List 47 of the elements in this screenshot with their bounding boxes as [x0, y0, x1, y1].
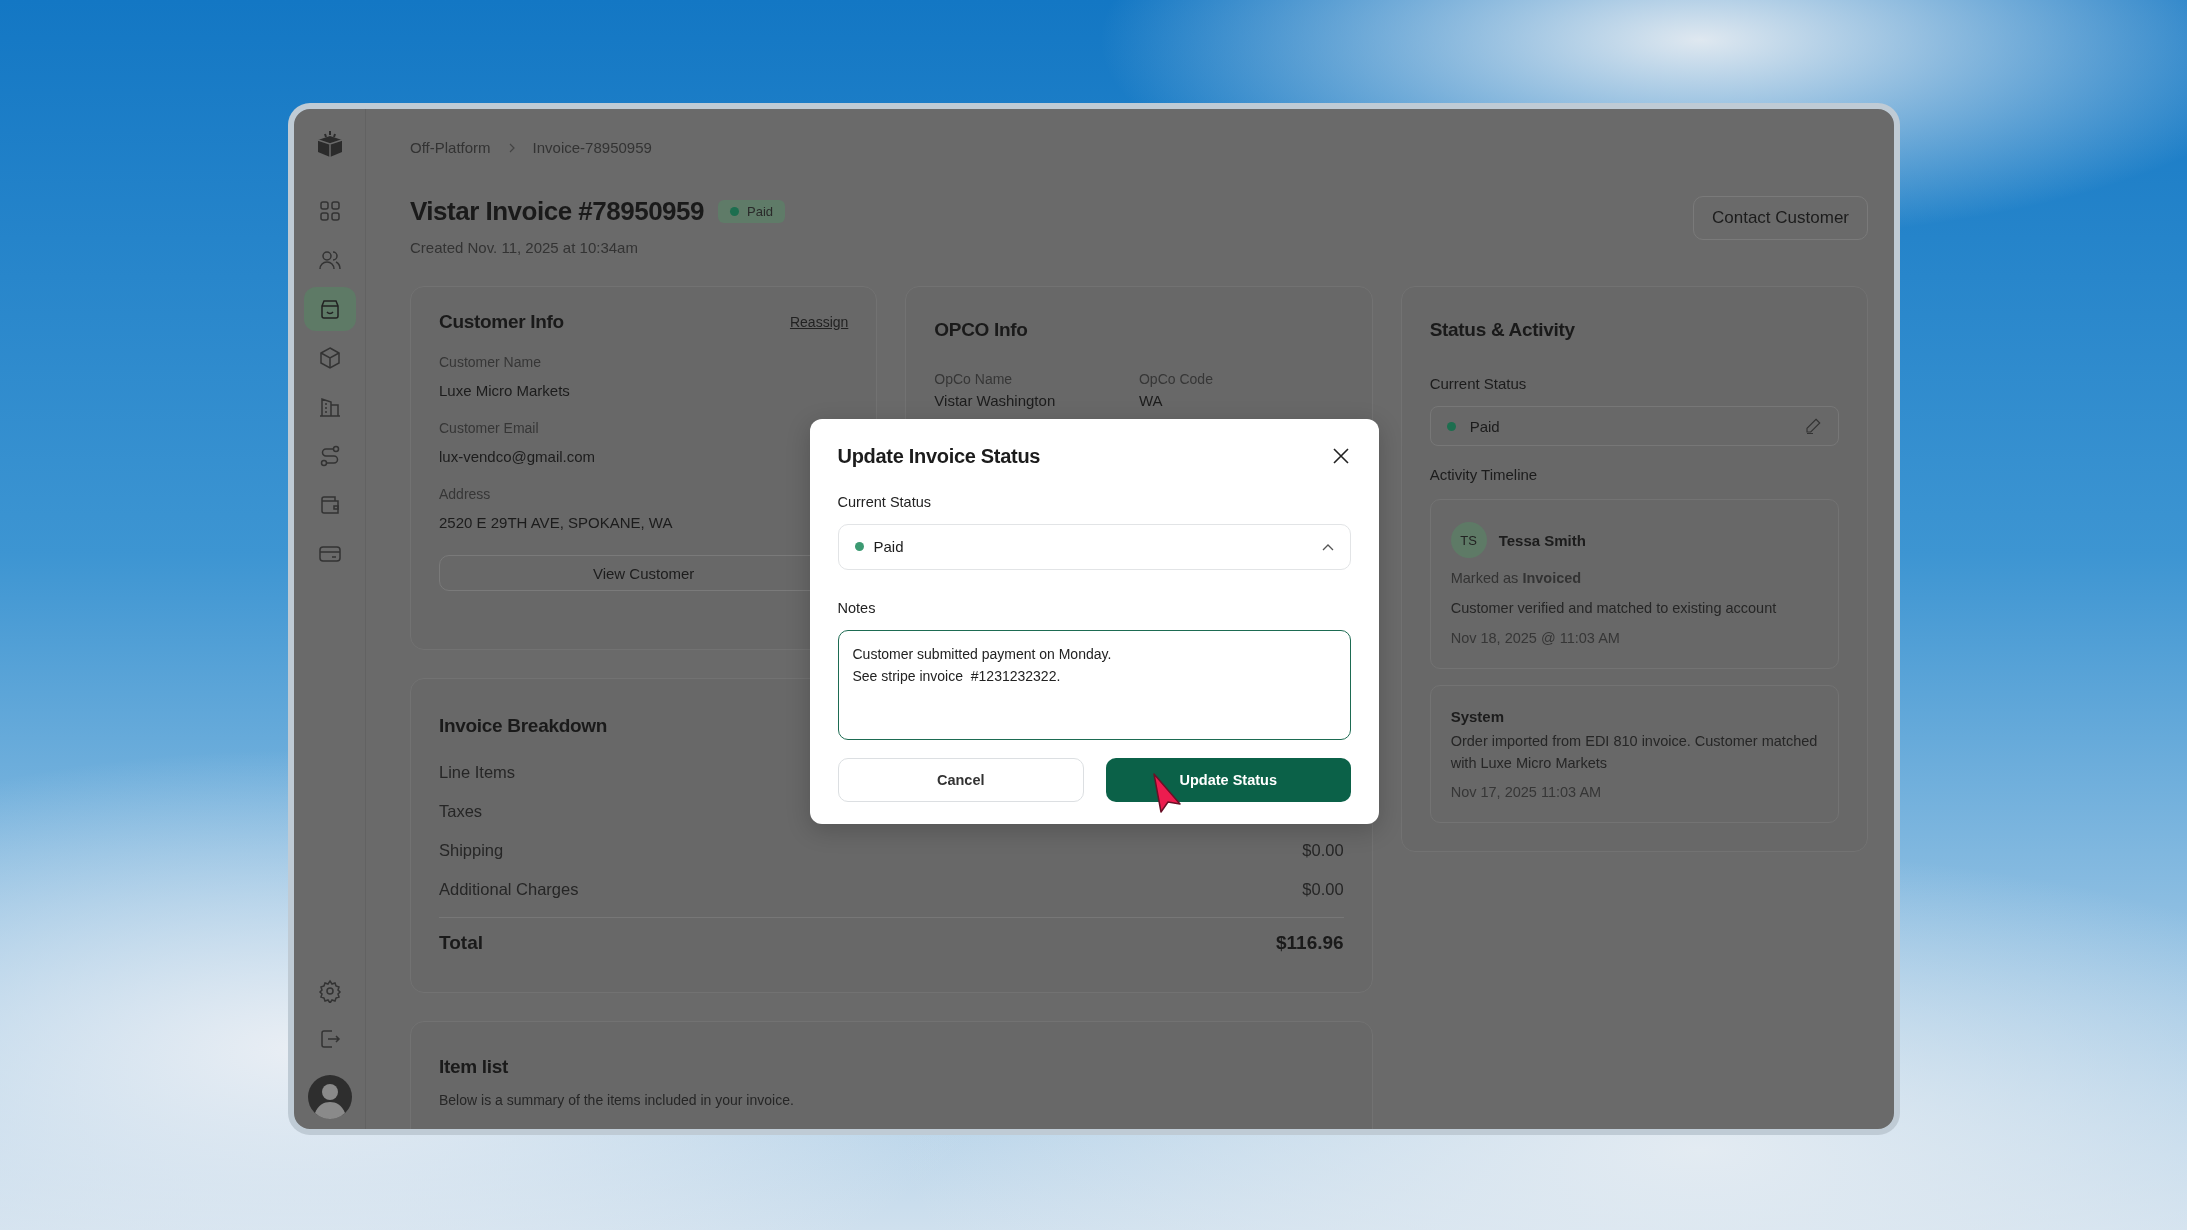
update-status-button[interactable]: Update Status: [1106, 757, 1351, 802]
status-badge: Paid: [718, 200, 785, 223]
settings-icon[interactable]: [317, 979, 342, 1003]
author-name: System: [1450, 707, 1506, 725]
chevron-up-icon: [1321, 542, 1334, 551]
author-name: Tessa Smith: [1498, 531, 1586, 549]
status-value: Paid: [1469, 417, 1500, 435]
field-value: Vistar Washington: [934, 392, 1057, 409]
dropdown-value: Paid: [873, 538, 905, 555]
box-icon: [317, 346, 342, 370]
edit-icon[interactable]: [1804, 417, 1822, 435]
field-value: Luxe Micro Markets: [439, 382, 571, 399]
card-title: Item list: [439, 1056, 509, 1078]
breakdown-value: $0.00: [1302, 841, 1344, 860]
status-dropdown[interactable]: Paid: [837, 523, 1351, 570]
dialog-title: Update Invoice Status: [837, 444, 1041, 468]
activity-note: Order imported from EDI 810 invoice. Customer matched with Luxe Micro Markets: [1450, 731, 1818, 773]
card-title: Invoice Breakdown: [439, 715, 608, 737]
activity-note: Customer verified and matched to existing account: [1450, 599, 1778, 618]
building-icon: [317, 395, 342, 419]
avatar-icon[interactable]: [307, 1075, 352, 1119]
card-title: OPCO Info: [934, 319, 1028, 341]
field-value: 2520 E 29TH AVE, SPOKANE, WA: [439, 514, 674, 531]
section-label: Activity Timeline: [1429, 466, 1539, 483]
breakdown-label: Taxes: [439, 802, 483, 821]
grid-icon: [317, 199, 342, 223]
breadcrumb-current: Invoice-78950959: [532, 139, 652, 156]
card-title: Customer Info: [439, 311, 564, 333]
notes-field[interactable]: Customer submitted payment on Monday. See stripe invoice #1231232322.: [837, 629, 1351, 740]
section-label: Current Status: [1429, 375, 1528, 392]
cancel-button[interactable]: Cancel: [837, 757, 1084, 802]
initials-avatar: TS: [1450, 522, 1487, 558]
page-title: Vistar Invoice #78950959: [410, 196, 704, 227]
card-description: Below is a summary of the items included in your invoice.: [439, 1092, 795, 1108]
sidebar-item[interactable]: [303, 287, 356, 331]
total-label: Total: [439, 932, 483, 954]
field-label: Notes: [837, 599, 877, 616]
field-value: WA: [1139, 392, 1164, 409]
field-label: Current Status: [837, 493, 932, 510]
breakdown-label: Shipping: [439, 841, 504, 860]
breakdown-label: Line Items: [439, 763, 516, 782]
total-value: $116.96: [1276, 932, 1344, 954]
close-icon[interactable]: [1330, 446, 1351, 466]
breakdown-label: Additional Charges: [439, 880, 579, 899]
card-title: Status & Activity: [1429, 319, 1575, 341]
users-icon: [317, 248, 342, 272]
breakdown-value: $0.00: [1302, 880, 1344, 899]
